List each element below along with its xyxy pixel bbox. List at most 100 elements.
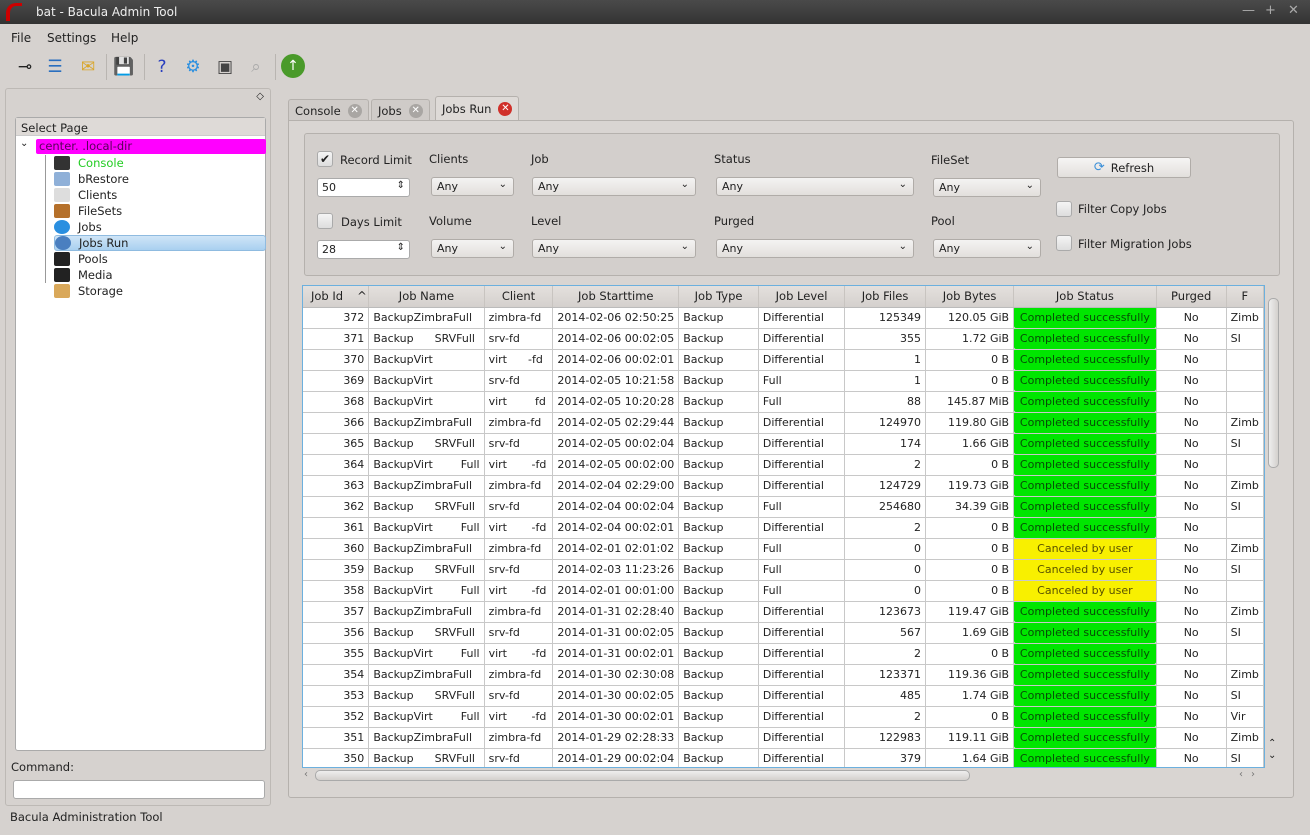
cell-fileset: Vir [1226, 706, 1264, 728]
expand-chevron-icon[interactable]: ⌄ [20, 138, 28, 149]
table-row[interactable]: 352 BackupVirt Full virt -fd 2014-01-30 00:… [303, 706, 1264, 728]
column-header-purged[interactable]: Purged [1156, 286, 1227, 308]
tab-jobs-run[interactable]: Jobs Run ✕ [435, 96, 520, 121]
cell-job-name: Backup SRVFull [368, 496, 485, 518]
clients-combo[interactable]: Any ⌄ [431, 177, 514, 196]
table-row[interactable]: 363 BackupZimbraFull zimbra-fd 2014-02-04 0… [303, 475, 1264, 497]
table-row[interactable]: 354 BackupZimbraFull zimbra-fd 2014-01-30 0… [303, 664, 1264, 686]
filter-copy-jobs-checkbox[interactable] [1056, 201, 1072, 217]
cell-job-type: Backup [678, 370, 759, 392]
list-icon[interactable]: ☰ [42, 54, 68, 80]
command-input[interactable] [13, 780, 265, 799]
column-header-job-files[interactable]: Job Files [844, 286, 926, 308]
scroll-up-icon[interactable]: ⌃ [1268, 738, 1276, 749]
scroll-left-icon[interactable]: ‹ [304, 769, 308, 780]
sidebar-item-filesets[interactable]: FileSets [54, 203, 266, 219]
record-limit-checkbox[interactable]: ✔ [317, 151, 333, 167]
close-window-icon[interactable]: ✕ [1288, 3, 1299, 18]
sidebar-item-pools[interactable]: Pools [54, 251, 266, 267]
sidebar-item-console[interactable]: Console [54, 155, 266, 171]
dock-float-icon[interactable]: ◇ [256, 91, 264, 102]
table-row[interactable]: 369 BackupVirt srv-fd 2014-02-05 10:21:58 Ba… [303, 370, 1264, 392]
column-header-job-bytes[interactable]: Job Bytes [925, 286, 1015, 308]
horizontal-scrollbar-thumb[interactable] [315, 770, 970, 781]
cell-job-starttime: 2014-01-30 00:02:05 [552, 685, 680, 707]
save-icon[interactable]: 💾 [111, 54, 137, 80]
cell-job-level: Differential [758, 307, 846, 329]
level-combo[interactable]: Any ⌄ [532, 239, 696, 258]
spin-arrows-icon[interactable]: ⇕ [397, 180, 405, 191]
vertical-scrollbar-thumb[interactable] [1268, 298, 1279, 468]
table-row[interactable]: 370 BackupVirt virt -fd 2014-02-06 00:02:01… [303, 349, 1264, 371]
table-row[interactable]: 365 Backup SRVFull srv-fd 2014-02-05 00:02:… [303, 433, 1264, 455]
column-header-job-starttime[interactable]: Job Starttime [552, 286, 680, 308]
scroll-down-icon[interactable]: ⌄ [1268, 750, 1276, 761]
menu-help[interactable]: Help [111, 31, 138, 45]
menu-file[interactable]: File [11, 31, 31, 45]
table-row[interactable]: 350 Backup SRVFull srv-fd 2014-01-29 00:02:… [303, 748, 1264, 767]
close-tab-icon[interactable]: ✕ [498, 102, 513, 116]
table-row[interactable]: 361 BackupVirt Full virt -fd 2014-02-04 00:… [303, 517, 1264, 539]
days-limit-checkbox[interactable] [317, 213, 333, 229]
sidebar-item-clients[interactable]: Clients [54, 187, 266, 203]
menu-settings[interactable]: Settings [47, 31, 96, 45]
connect-icon[interactable]: ⊸ [12, 54, 38, 80]
cell-client: zimbra-fd [484, 601, 554, 623]
column-header-job-type[interactable]: Job Type [678, 286, 759, 308]
table-row[interactable]: 356 Backup SRVFull srv-fd 2014-01-31 00:02:… [303, 622, 1264, 644]
maximize-icon[interactable]: + [1265, 3, 1276, 18]
sidebar-item-media[interactable]: Media [54, 267, 266, 283]
table-row[interactable]: 357 BackupZimbraFull zimbra-fd 2014-01-31 0… [303, 601, 1264, 623]
table-row[interactable]: 368 BackupVirt virt fd 2014-02-05 10:20:28 B… [303, 391, 1264, 413]
status-combo[interactable]: Any ⌄ [716, 177, 914, 196]
filter-migration-jobs-checkbox[interactable] [1056, 235, 1072, 251]
table-row[interactable]: 372 BackupZimbraFull zimbra-fd 2014-02-06 0… [303, 307, 1264, 329]
gear-icon[interactable]: ⚙ [180, 54, 206, 80]
column-header-job-level[interactable]: Job Level [758, 286, 846, 308]
table-row[interactable]: 359 Backup SRVFull srv-fd 2014-02-03 11:23:… [303, 559, 1264, 581]
column-header-job-name[interactable]: Job Name [368, 286, 485, 308]
table-row[interactable]: 351 BackupZimbraFull zimbra-fd 2014-01-29 0… [303, 727, 1264, 749]
cell-job-files: 379 [844, 748, 926, 767]
job-combo[interactable]: Any ⌄ [532, 177, 696, 196]
cell-fileset: SI [1226, 328, 1264, 350]
pool-combo[interactable]: Any ⌄ [933, 239, 1041, 258]
table-row[interactable]: 366 BackupZimbraFull zimbra-fd 2014-02-05 0… [303, 412, 1264, 434]
tab-console[interactable]: Console ✕ [288, 99, 369, 121]
column-header-job-status[interactable]: Job Status [1013, 286, 1157, 308]
days-limit-spinbox[interactable]: 28 ⇕ [317, 240, 410, 259]
table-row[interactable]: 371 Backup SRVFull srv-fd 2014-02-06 00:02:… [303, 328, 1264, 350]
record-limit-spinbox[interactable]: 50 ⇕ [317, 178, 410, 197]
refresh-button[interactable]: ⟳ Refresh [1057, 157, 1191, 178]
tab-jobs[interactable]: Jobs ✕ [371, 99, 430, 121]
sidebar-item-jobs-run[interactable]: Jobs Run [54, 235, 266, 251]
table-row[interactable]: 360 BackupZimbraFull zimbra-fd 2014-02-01 0… [303, 538, 1264, 560]
minimize-icon[interactable]: — [1242, 3, 1255, 18]
table-row[interactable]: 353 Backup SRVFull srv-fd 2014-01-30 00:02:… [303, 685, 1264, 707]
close-tab-icon[interactable]: ✕ [347, 103, 362, 118]
close-tab-icon[interactable]: ✕ [408, 103, 423, 118]
cell-job-type: Backup [678, 580, 759, 602]
up-arrow-icon[interactable]: ↑ [281, 54, 305, 78]
scroll-left-icon[interactable]: ‹ [1239, 769, 1243, 780]
table-row[interactable]: 364 BackupVirt Full virt -fd 2014-02-05 00:… [303, 454, 1264, 476]
sidebar-item-brestore[interactable]: bRestore [54, 171, 266, 187]
column-header-client[interactable]: Client [484, 286, 554, 308]
label-icon[interactable]: ✉ [75, 54, 101, 80]
table-row[interactable]: 355 BackupVirt Full virt -fd 2014-01-31 00:… [303, 643, 1264, 665]
column-header-job-id[interactable]: Job Id ^ [303, 286, 370, 308]
volume-combo[interactable]: Any ⌄ [431, 239, 514, 258]
restore-icon[interactable]: ▣ [212, 54, 238, 80]
table-row[interactable]: 362 Backup SRVFull srv-fd 2014-02-04 00:02:… [303, 496, 1264, 518]
sidebar-item-jobs[interactable]: Jobs [54, 219, 266, 235]
cell-purged: No [1156, 748, 1227, 767]
column-header-fileset[interactable]: F [1226, 286, 1264, 308]
fileset-combo[interactable]: Any ⌄ [933, 178, 1041, 197]
tree-root-director[interactable]: center. .local-dir [36, 139, 266, 154]
table-row[interactable]: 358 BackupVirt Full virt -fd 2014-02-01 00:… [303, 580, 1264, 602]
scroll-right-icon[interactable]: › [1251, 769, 1255, 780]
purged-combo[interactable]: Any ⌄ [716, 239, 914, 258]
help-config-icon[interactable]: ? [149, 54, 175, 80]
spin-arrows-icon[interactable]: ⇕ [397, 242, 405, 253]
sidebar-item-storage[interactable]: Storage [54, 283, 266, 299]
